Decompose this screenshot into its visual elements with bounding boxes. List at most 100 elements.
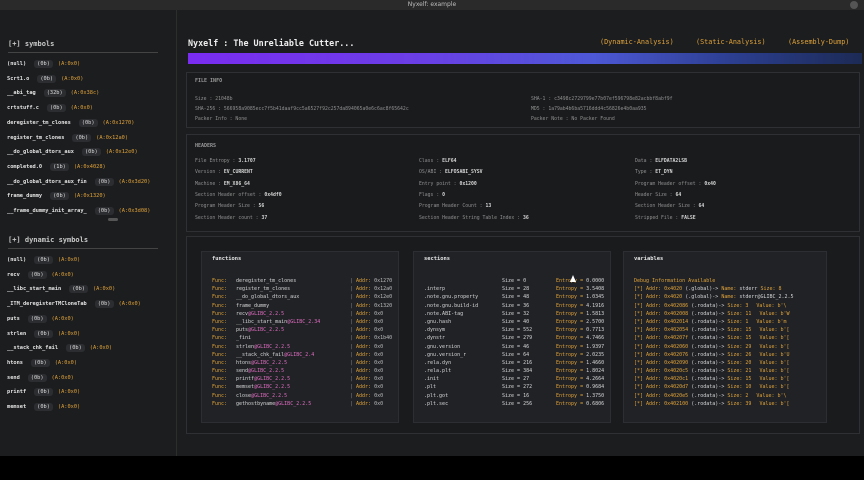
section-size: Size = 216 [502, 359, 533, 366]
sidebar[interactable]: [+] symbols (null) (0b) (A:0x0) Scrt1.o (0b)… [0, 10, 177, 456]
function-name-text: send [236, 368, 249, 375]
table-row[interactable]: .gnu.version_r Size = 64 Entropy = 2.0235 [424, 352, 606, 360]
symbol-address: (A:0x1320) [73, 193, 106, 200]
symbol-item[interactable]: deregister_tm_clones (0b) (A:0x1270) [4, 117, 134, 129]
table-row[interactable]: .dynsym Size = 552 Entropy = 0.7713 [424, 327, 606, 335]
table-row[interactable]: [*] Addr: 0x4020 (.global)-> Name: stder… [634, 294, 822, 302]
table-row[interactable]: Func: close@GLIBC_2.2.5 | Addr: 0x0 [212, 393, 394, 401]
table-row[interactable]: [*] Addr: 0x402090 (.rodata)-> Size: 20 V… [634, 360, 822, 368]
table-row[interactable]: .rela.dyn Size = 216 Entropy = 1.4660 [424, 360, 606, 368]
function-name: puts@GLIBC_2.2.5 [236, 327, 350, 335]
table-row[interactable]: Func: htons@GLIBC_2.2.5 | Addr: 0x0 [212, 360, 394, 368]
table-row[interactable]: Func: printf@GLIBC_2.2.5 | Addr: 0x0 [212, 376, 394, 384]
header-field: Section Header count : 37 [195, 216, 267, 221]
table-row[interactable]: Func: _fini | Addr: 0x1b40 [212, 335, 394, 343]
symbol-size-badge: (1b) [50, 162, 69, 171]
symbol-item[interactable]: frame_dummy (0b) (A:0x1320) [4, 190, 106, 202]
table-row[interactable]: .note.gnu.property Size = 48 Entropy = 1.0… [424, 294, 606, 302]
symbol-address: (A:0x3d08) [118, 208, 151, 214]
symbol-item[interactable]: __do_global_dtors_aux (0b) (A:0x12e0) [4, 146, 138, 158]
table-row[interactable]: [*] Addr: 0x402014 (.rodata)-> Size: 1 Va… [634, 319, 822, 327]
table-row[interactable]: Func: __do_global_dtors_aux | Addr: 0x12e0 [212, 294, 394, 302]
symbol-item[interactable]: __abi_tag (32b) (A:0x38c) [4, 87, 99, 99]
scroll-indicator[interactable] [108, 218, 118, 221]
table-row[interactable]: Func: strlen@GLIBC_2.2.5 | Addr: 0x0 [212, 344, 394, 352]
table-row[interactable]: [*] Addr: 0x402054 (.rodata)-> Size: 15 V… [634, 327, 822, 335]
var-prefix: [*] Addr: [634, 384, 665, 391]
function-version: @GLIBC_2.2.5 [254, 376, 291, 383]
dynamic-symbols-section-title[interactable]: [+] dynamic symbols [8, 236, 88, 244]
sections-list[interactable]: Size = 0 Entropy = 0.0000 .interp Size = 28… [424, 278, 606, 418]
variables-list[interactable]: Debug Information Available [*] Addr: 0x… [634, 278, 822, 418]
tab-assembly-dump[interactable]: (Assembly-Dump) [788, 38, 849, 46]
table-row[interactable]: [*] Addr: 0x4020c1 (.rodata)-> Size: 15 V… [634, 376, 822, 384]
func-prefix: Func: [212, 335, 228, 342]
symbol-item[interactable]: memset (0b) (A:0x0) [4, 401, 80, 413]
table-row[interactable]: Func: frame_dummy | Addr: 0x1320 [212, 303, 394, 311]
table-row[interactable]: .note.gnu.build-id Size = 36 Entropy = 4.1… [424, 303, 606, 311]
table-row[interactable]: .plt.got Size = 16 Entropy = 1.3750 [424, 393, 606, 401]
table-row[interactable]: [*] Addr: 0x402076 (.rodata)-> Size: 26 V… [634, 352, 822, 360]
table-row[interactable]: Func: memset@GLIBC_2.2.5 | Addr: 0x0 [212, 384, 394, 392]
symbol-item[interactable]: (null) (0b) (A:0x0) [4, 254, 80, 266]
symbol-item[interactable]: __frame_dummy_init_array_ (0b) (A:0x3d08) [4, 205, 150, 217]
table-row[interactable]: [*] Addr: 0x4020e5 (.rodata)-> Size: 2 Va… [634, 393, 822, 401]
table-row[interactable]: .gnu.version Size = 46 Entropy = 1.9397 [424, 344, 606, 352]
table-row[interactable]: .init Size = 27 Entropy = 4.2664 [424, 376, 606, 384]
symbol-item[interactable]: htons (0b) (A:0x0) [4, 357, 77, 369]
symbol-item[interactable]: recv (0b) (A:0x0) [4, 269, 74, 281]
table-row[interactable]: Func: __libc_start_main@GLIBC_2.34 | Addr: … [212, 319, 394, 327]
divider [8, 248, 158, 249]
symbol-item[interactable]: (null) (0b) (A:0x0) [4, 58, 80, 70]
sections-panel[interactable]: sections Size = 0 Entropy = 0.0000 .interp… [413, 251, 611, 423]
table-row[interactable]: .interp Size = 28 Entropy = 3.5408 [424, 286, 606, 294]
symbol-address: (A:0x0) [92, 286, 116, 293]
symbol-item[interactable]: puts (0b) (A:0x0) [4, 313, 74, 325]
functions-list[interactable]: Func: deregister_tm_clones | Addr: 0x1270 Fu… [212, 278, 394, 418]
symbol-item[interactable]: __libc_start_main (0b) (A:0x0) [4, 283, 115, 295]
table-row[interactable]: .plt Size = 272 Entropy = 0.9684 [424, 384, 606, 392]
table-row[interactable]: .dynstr Size = 279 Entropy = 4.7466 [424, 335, 606, 343]
table-row[interactable]: [*] Addr: 0x4020d7 (.rodata)-> Size: 10 V… [634, 384, 822, 392]
symbol-item[interactable]: _ITM_deregisterTMCloneTab (0b) (A:0x0) [4, 298, 141, 310]
table-row[interactable]: .note.ABI-tag Size = 32 Entropy = 1.5813 [424, 311, 606, 319]
table-row[interactable]: Func: gethostbyname@GLIBC_2.2.5 | Addr: 0x0 [212, 401, 394, 409]
table-row[interactable]: Func: send@GLIBC_2.2.5 | Addr: 0x0 [212, 368, 394, 376]
table-row[interactable]: [*] Addr: 0x4020 (.global)-> Name: stder… [634, 286, 822, 294]
close-icon[interactable] [850, 1, 858, 9]
tab-dynamic-analysis[interactable]: (Dynamic-Analysis) [600, 38, 674, 46]
variable-name: Name: stderr [721, 286, 758, 293]
variable-value: Value: b'[ [759, 335, 790, 342]
table-row[interactable]: [*] Addr: 0x402086 (.rodata)-> Size: 3 Va… [634, 303, 822, 311]
table-row[interactable]: [*] Addr: 0x402100 (.rodata)-> Size: 39 V… [634, 401, 822, 409]
symbols-section-title[interactable]: [+] symbols [8, 40, 54, 48]
symbol-item[interactable]: Scrt1.o (0b) (A:0x0) [4, 73, 83, 85]
table-row[interactable]: Func: deregister_tm_clones | Addr: 0x1270 [212, 278, 394, 286]
symbol-item[interactable]: strlen (0b) (A:0x0) [4, 328, 80, 340]
variables-panel[interactable]: variables Debug Information Available [*… [623, 251, 827, 423]
functions-panel[interactable]: functions Func: deregister_tm_clones | Addr… [201, 251, 399, 423]
table-row[interactable]: Func: register_tm_clones | Addr: 0x12a0 [212, 286, 394, 294]
table-row[interactable]: [*] Addr: 0x40207f (.rodata)-> Size: 15 V… [634, 335, 822, 343]
table-row[interactable]: Size = 0 Entropy = 0.0000 [424, 278, 606, 286]
symbol-item[interactable]: crtstuff.c (0b) (A:0x0) [4, 102, 93, 114]
symbol-item[interactable]: send (0b) (A:0x0) [4, 372, 74, 384]
tab-static-analysis[interactable]: (Static-Analysis) [696, 38, 766, 46]
symbol-item[interactable]: __stack_chk_fail (0b) (A:0x0) [4, 342, 112, 354]
variable-scope: (.rodata)-> [691, 400, 728, 407]
section-entropy-value: 4.2664 [586, 376, 605, 383]
table-row[interactable]: [*] Addr: 0x402008 (.rodata)-> Size: 11 V… [634, 311, 822, 319]
table-row[interactable]: [*] Addr: 0x402060 (.rodata)-> Size: 29 V… [634, 344, 822, 352]
symbol-address: (A:0x1270) [102, 119, 135, 126]
table-row[interactable]: [*] Addr: 0x4020c5 (.rodata)-> Size: 21 V… [634, 368, 822, 376]
symbol-item[interactable]: register_tm_clones (0b) (A:0x12a0) [4, 132, 128, 144]
table-row[interactable]: Func: recv@GLIBC_2.2.5 | Addr: 0x0 [212, 311, 394, 319]
table-row[interactable]: Func: __stack_chk_fail@GLIBC_2.4 | Addr: 0x… [212, 352, 394, 360]
table-row[interactable]: .rela.plt Size = 384 Entropy = 1.8024 [424, 368, 606, 376]
symbol-item[interactable]: completed.0 (1b) (A:0x4028) [4, 161, 106, 173]
symbol-item[interactable]: printf (0b) (A:0x0) [4, 386, 80, 398]
table-row[interactable]: .plt.sec Size = 256 Entropy = 0.6806 [424, 401, 606, 409]
table-row[interactable]: Func: puts@GLIBC_2.2.5 | Addr: 0x0 [212, 327, 394, 335]
symbol-item[interactable]: __do_global_dtors_aux_fin (0b) (A:0x3d20) [4, 176, 150, 188]
table-row[interactable]: .gnu.hash Size = 40 Entropy = 2.5700 [424, 319, 606, 327]
